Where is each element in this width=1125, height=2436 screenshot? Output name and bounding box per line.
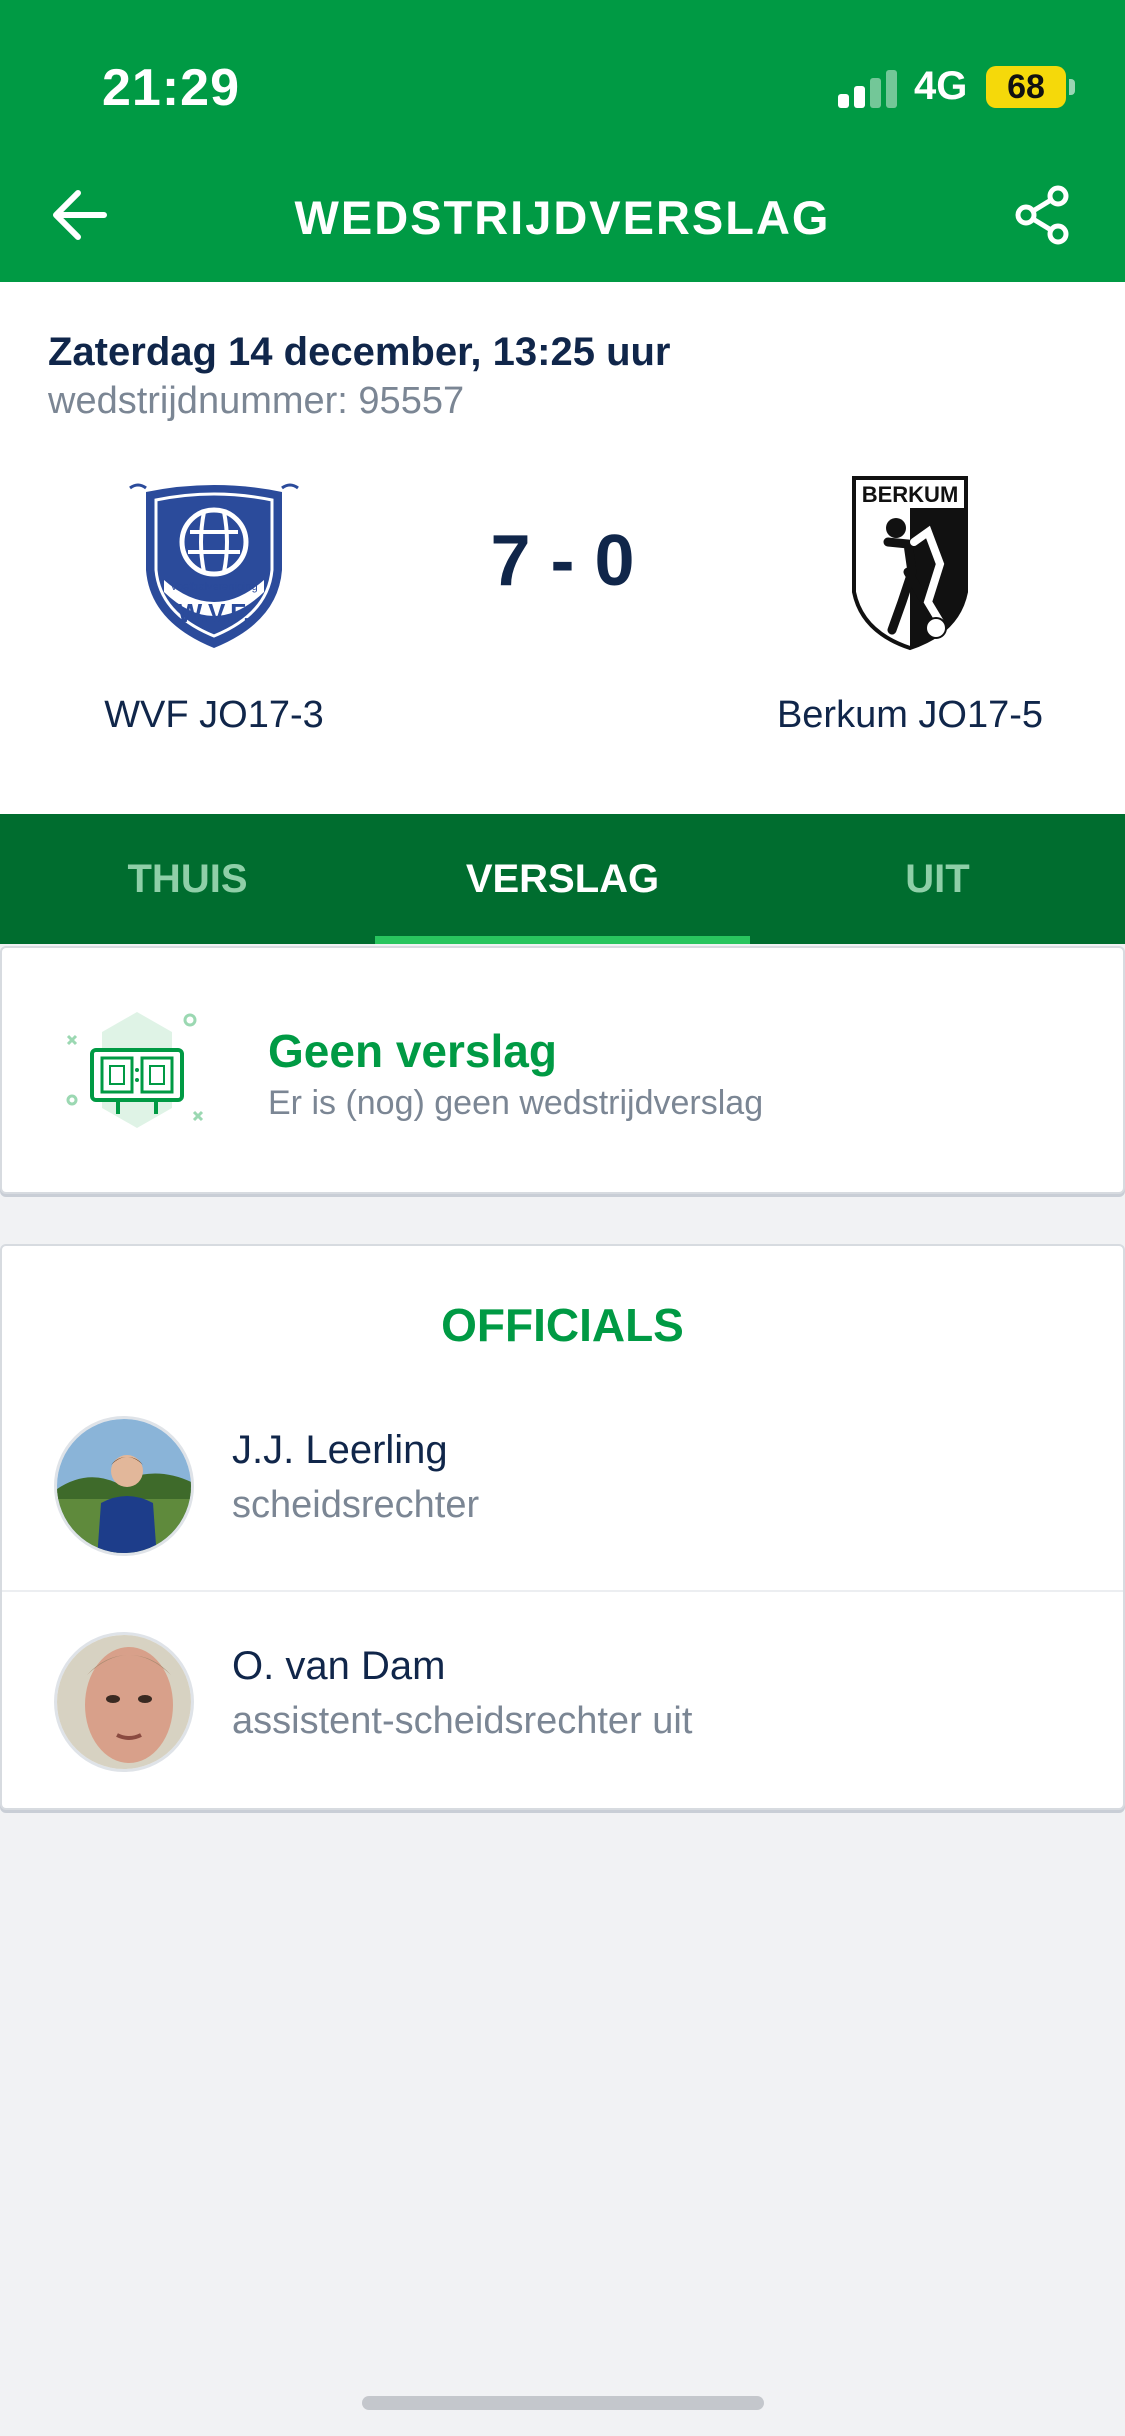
share-button[interactable]: [1012, 184, 1074, 246]
tab-uit[interactable]: UIT: [750, 814, 1125, 944]
battery-cap: [1069, 79, 1075, 95]
avatar: [54, 1632, 194, 1772]
official-name: J.J. Leerling: [232, 1428, 448, 1472]
active-tab-indicator: [375, 936, 750, 944]
signal-icon: [838, 70, 898, 108]
official-role: assistent-scheidsrechter uit: [232, 1700, 693, 1742]
official-row[interactable]: J.J. Leerling scheidsrechter: [2, 1376, 1123, 1592]
app-header: 21:29 4G 68 WEDSTRIJDVERSLAG: [0, 0, 1125, 282]
away-team-logo[interactable]: BERKUM: [848, 472, 972, 654]
share-icon: [1015, 185, 1069, 245]
scoreboard-icon: [62, 1008, 212, 1138]
page-title: WEDSTRIJDVERSLAG: [294, 191, 831, 244]
officials-card: OFFICIALS J.J. Leerling scheidsrechter O…: [0, 1244, 1125, 1810]
report-subtitle: Er is (nog) geen wedstrijdverslag: [268, 1084, 764, 1122]
network-label: 4G: [914, 64, 968, 108]
match-number: wedstrijdnummer: 95557: [48, 380, 465, 422]
tab-thuis[interactable]: THUIS: [0, 814, 375, 944]
match-date: Zaterdag 14 december, 13:25 uur: [48, 330, 671, 374]
home-team-name[interactable]: WVF JO17-3: [0, 694, 428, 737]
battery-icon: 68: [986, 66, 1066, 108]
tab-verslag[interactable]: VERSLAG: [375, 814, 750, 944]
tab-bar: THUIS VERSLAG UIT: [0, 814, 1125, 944]
svg-text:BERKUM: BERKUM: [862, 482, 959, 507]
official-role: scheidsrechter: [232, 1484, 480, 1526]
avatar: [54, 1416, 194, 1556]
home-indicator[interactable]: [362, 2396, 764, 2410]
report-title: Geen verslag: [268, 1025, 557, 1077]
official-row[interactable]: O. van Dam assistent-scheidsrechter uit: [2, 1592, 1123, 1808]
away-team-name[interactable]: Berkum JO17-5: [730, 694, 1090, 737]
official-name: O. van Dam: [232, 1644, 446, 1688]
match-info: Zaterdag 14 december, 13:25 uur wedstrij…: [0, 282, 1125, 814]
status-time: 21:29: [102, 59, 240, 117]
report-card: Geen verslag Er is (nog) geen wedstrijdv…: [0, 946, 1125, 1194]
svg-text:W.V.F.: W.V.F.: [178, 598, 251, 628]
officials-title: OFFICIALS: [441, 1299, 684, 1351]
